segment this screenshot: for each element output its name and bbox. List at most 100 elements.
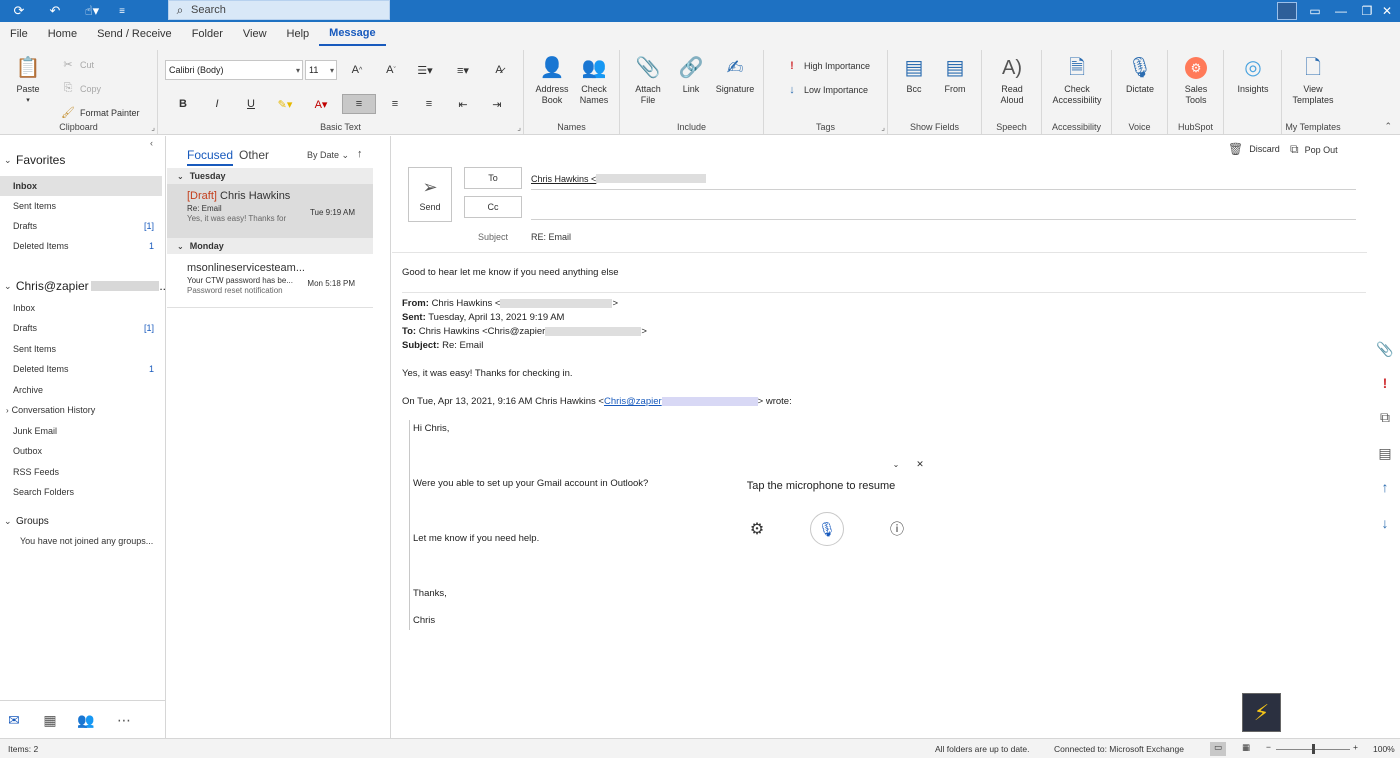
check-accessibility-button[interactable]: 🗎 Check Accessibility bbox=[1048, 54, 1106, 106]
help-icon[interactable]: ⓘ bbox=[886, 518, 908, 540]
font-color-icon[interactable]: A▾ bbox=[310, 94, 332, 114]
paste-button[interactable]: 📋 Paste ▾ bbox=[10, 54, 46, 106]
collapse-pane-icon[interactable]: ‹ bbox=[150, 138, 153, 148]
sidebar-item-inbox[interactable]: Inbox bbox=[0, 176, 162, 196]
copy-button[interactable]: ⎘ Copy bbox=[60, 82, 101, 95]
customize-toolbar-icon[interactable]: ≡ bbox=[114, 0, 130, 22]
view-templates-button[interactable]: 🗋 View Templates bbox=[1288, 54, 1338, 106]
calendar-icon[interactable]: ▦ bbox=[38, 709, 62, 731]
sort-dropdown[interactable]: By Date ⌄ bbox=[307, 150, 349, 161]
exclamation-icon[interactable]: ! bbox=[1376, 374, 1394, 392]
favorites-header[interactable]: ⌄ Favorites bbox=[0, 149, 166, 171]
paperclip-icon[interactable]: 📎 bbox=[1376, 340, 1394, 358]
dictate-button[interactable]: 🎙 Dictate bbox=[1122, 54, 1158, 95]
gear-icon[interactable]: ⚙ bbox=[746, 518, 768, 540]
clear-formatting-icon[interactable]: A̷ bbox=[488, 60, 510, 80]
body-text[interactable]: Good to hear let me know if you need any… bbox=[402, 267, 619, 278]
pop-out-button[interactable]: ⧉ Pop Out bbox=[1290, 142, 1338, 157]
align-center-icon[interactable]: ≡ bbox=[384, 94, 406, 114]
mail-icon[interactable]: ✉ bbox=[2, 709, 26, 731]
italic-icon[interactable]: I bbox=[206, 94, 228, 114]
arrow-down-icon[interactable]: ↓ bbox=[1376, 514, 1394, 532]
close-icon[interactable]: ✕ bbox=[914, 458, 926, 470]
people-icon[interactable]: 👥 bbox=[74, 709, 98, 731]
increase-indent-icon[interactable]: ⇥ bbox=[486, 94, 508, 114]
account-header[interactable]: ⌄ Chris@zapier.. bbox=[0, 275, 166, 297]
tab-file[interactable]: File bbox=[0, 22, 38, 46]
normal-view-icon[interactable]: ▭ bbox=[1210, 742, 1226, 756]
zoom-level[interactable]: 100% bbox=[1373, 744, 1395, 754]
email-link[interactable]: Chris@zapier bbox=[604, 396, 758, 407]
tab-help[interactable]: Help bbox=[277, 22, 320, 46]
tab-home[interactable]: Home bbox=[38, 22, 87, 46]
attach-file-button[interactable]: 📎 Attach File bbox=[630, 54, 666, 106]
pop-out-icon[interactable]: ⧉ bbox=[1376, 408, 1394, 426]
delete-draft-icon[interactable]: ▤ bbox=[1376, 444, 1394, 462]
group-header-monday[interactable]: ⌄ Monday bbox=[167, 238, 373, 254]
touch-mode-icon[interactable]: ☝▾ bbox=[78, 0, 106, 22]
dialog-launcher-icon[interactable]: ⌟ bbox=[517, 123, 521, 132]
sidebar-item-drafts[interactable]: Drafts [1] bbox=[0, 318, 166, 338]
discard-button[interactable]: 🗑 Discard bbox=[1228, 142, 1280, 156]
reading-view-icon[interactable]: ▦ bbox=[1242, 742, 1250, 753]
font-name-select[interactable]: Calibri (Body) ▾ bbox=[165, 60, 303, 80]
insights-button[interactable]: ◎ Insights bbox=[1234, 54, 1272, 95]
sidebar-item-sent[interactable]: Sent Items bbox=[0, 339, 166, 359]
grow-font-icon[interactable]: A ^ bbox=[346, 60, 368, 80]
list-item[interactable]: msonlineservicesteam... Your CTW passwor… bbox=[167, 256, 373, 308]
sales-tools-button[interactable]: ⚙ Sales Tools bbox=[1178, 54, 1214, 106]
bcc-button[interactable]: ▤ Bcc bbox=[898, 54, 930, 95]
sidebar-item-deleted[interactable]: Deleted Items 1 bbox=[0, 359, 166, 379]
close-icon[interactable]: ✕ bbox=[1372, 0, 1400, 22]
low-importance-button[interactable]: ↓ Low Importance bbox=[784, 84, 868, 96]
zoom-thumb[interactable] bbox=[1312, 744, 1315, 754]
font-size-select[interactable]: 11 ▾ bbox=[305, 60, 337, 80]
arrow-up-icon[interactable]: ↑ bbox=[1376, 478, 1394, 496]
to-button[interactable]: To bbox=[464, 167, 522, 189]
sort-order-icon[interactable]: ↑ bbox=[357, 148, 363, 160]
send-button[interactable]: ➢ Send bbox=[408, 167, 452, 222]
tab-send-receive[interactable]: Send / Receive bbox=[87, 22, 182, 46]
microphone-icon[interactable]: 🎙 bbox=[810, 512, 844, 546]
subject-field[interactable]: RE: Email bbox=[531, 232, 571, 242]
search-input[interactable]: ⌕ Search bbox=[168, 0, 390, 20]
sidebar-item-inbox[interactable]: Inbox bbox=[0, 298, 166, 318]
align-left-icon[interactable]: ≡ bbox=[342, 94, 376, 114]
sidebar-item-archive[interactable]: Archive bbox=[0, 380, 166, 400]
sidebar-item-drafts[interactable]: Drafts [1] bbox=[0, 216, 166, 236]
link-button[interactable]: 🔗 Link bbox=[674, 54, 708, 95]
cc-field[interactable] bbox=[531, 198, 1356, 220]
high-importance-button[interactable]: ! High Importance bbox=[784, 60, 870, 72]
align-right-icon[interactable]: ≡ bbox=[418, 94, 440, 114]
signature-button[interactable]: ✍ Signature bbox=[712, 54, 758, 95]
sidebar-item-outbox[interactable]: Outbox bbox=[0, 441, 166, 461]
format-painter-button[interactable]: 🖌 Format Painter bbox=[60, 106, 140, 119]
numbering-icon[interactable]: ≡▾ bbox=[452, 60, 474, 80]
bold-icon[interactable]: B bbox=[172, 94, 194, 114]
read-aloud-button[interactable]: A) Read Aloud bbox=[994, 54, 1030, 106]
tab-folder[interactable]: Folder bbox=[182, 22, 233, 46]
underline-icon[interactable]: U bbox=[240, 94, 262, 114]
bullets-icon[interactable]: ☰▾ bbox=[414, 60, 436, 80]
zoom-out-icon[interactable]: − bbox=[1266, 742, 1271, 752]
undo-icon[interactable]: ↶ bbox=[44, 0, 66, 22]
sidebar-item-search-folders[interactable]: Search Folders bbox=[0, 482, 166, 502]
sidebar-item-rss[interactable]: RSS Feeds bbox=[0, 462, 166, 482]
check-names-button[interactable]: 👥 Check Names bbox=[574, 54, 614, 106]
sync-icon[interactable]: ⟳ bbox=[8, 0, 30, 22]
dialog-launcher-icon[interactable]: ⌟ bbox=[151, 123, 155, 132]
dialog-launcher-icon[interactable]: ⌟ bbox=[881, 123, 885, 132]
sidebar-item-sent[interactable]: Sent Items bbox=[0, 196, 166, 216]
tab-other[interactable]: Other bbox=[239, 148, 269, 162]
tab-focused[interactable]: Focused bbox=[187, 148, 234, 166]
add-in-icon[interactable]: ⚡ bbox=[1242, 693, 1281, 732]
cut-button[interactable]: ✂ Cut bbox=[60, 58, 94, 71]
more-icon[interactable]: ⋯ bbox=[112, 709, 136, 731]
groups-header[interactable]: ⌄ Groups bbox=[0, 510, 166, 532]
shrink-font-icon[interactable]: Aˇ bbox=[380, 60, 402, 80]
chevron-down-icon[interactable]: ⌄ bbox=[890, 458, 902, 470]
to-field[interactable]: Chris Hawkins < bbox=[531, 168, 1356, 190]
tab-view[interactable]: View bbox=[233, 22, 277, 46]
sidebar-item-deleted[interactable]: Deleted Items 1 bbox=[0, 236, 166, 256]
collapse-ribbon-icon[interactable]: ⌃ bbox=[1384, 121, 1392, 132]
